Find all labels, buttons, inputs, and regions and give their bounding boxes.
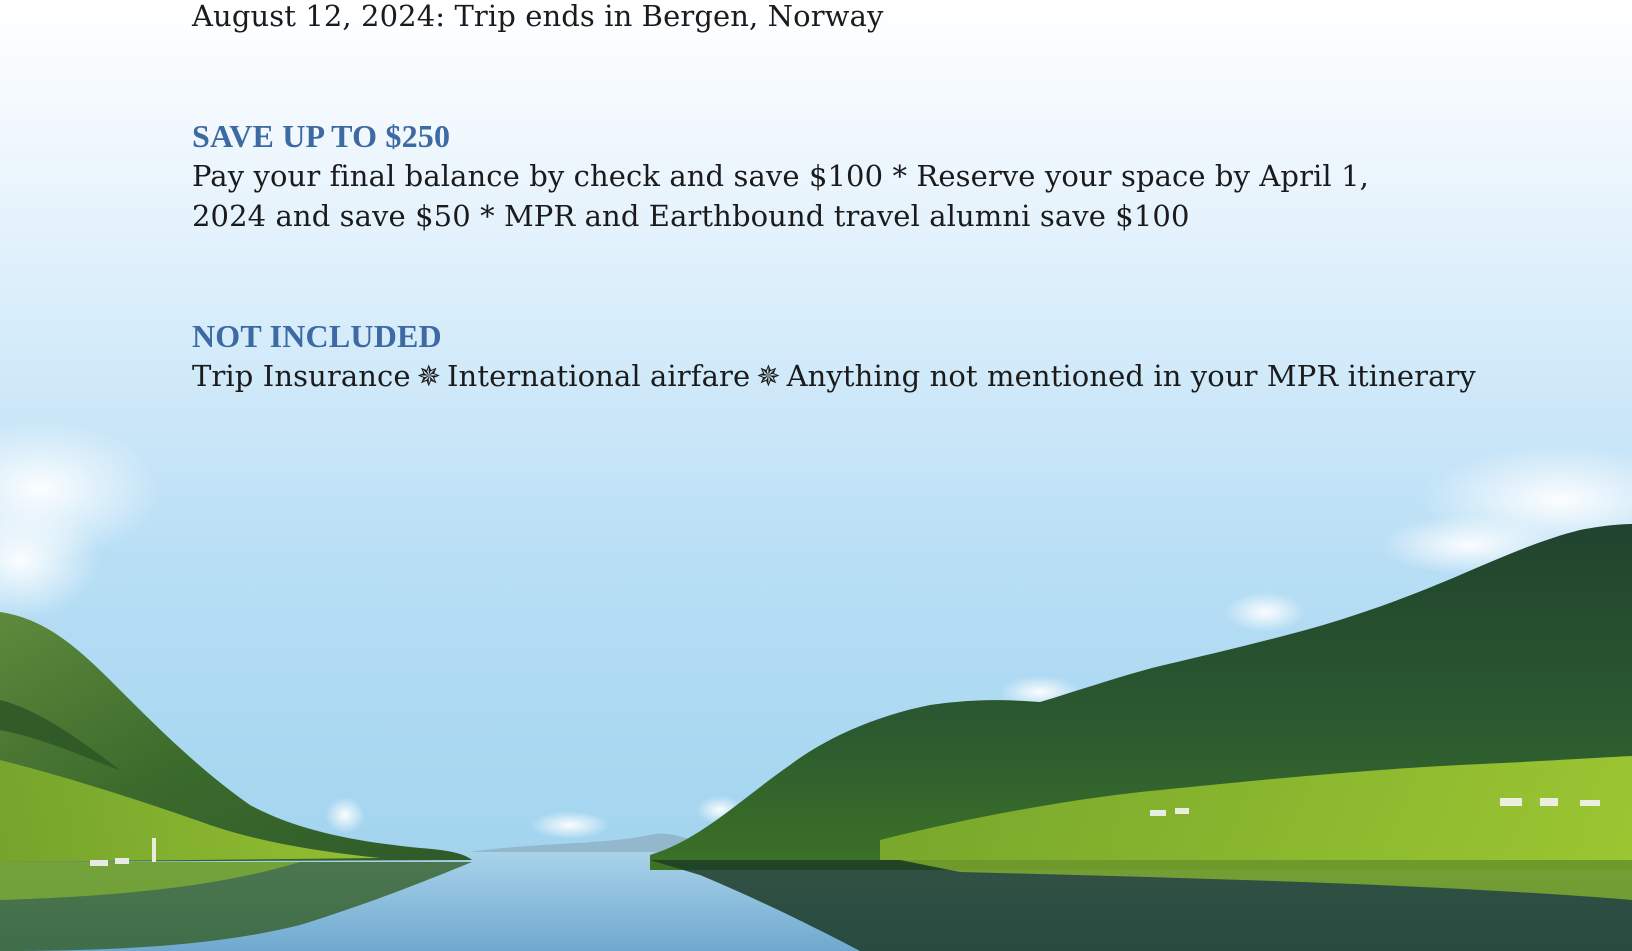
document-page: August 12, 2024: Trip ends in Bergen, No…: [0, 0, 1632, 951]
itinerary-end-line: August 12, 2024: Trip ends in Bergen, No…: [192, 0, 884, 33]
not-included-item: Anything not mentioned in your MPR itine…: [786, 359, 1476, 393]
asterisk-star-icon: ✵: [416, 359, 441, 393]
not-included-item: International airfare: [447, 359, 751, 393]
not-included-item: Trip Insurance: [192, 359, 411, 393]
not-included-heading: NOT INCLUDED: [192, 318, 442, 354]
save-heading: SAVE UP TO $250: [192, 118, 451, 154]
save-body: Pay your final balance by check and save…: [192, 159, 1369, 233]
asterisk-star-icon: ✵: [756, 359, 781, 393]
not-included-list: Trip Insurance ✵ International airfare ✵ Any…: [192, 356, 1476, 396]
